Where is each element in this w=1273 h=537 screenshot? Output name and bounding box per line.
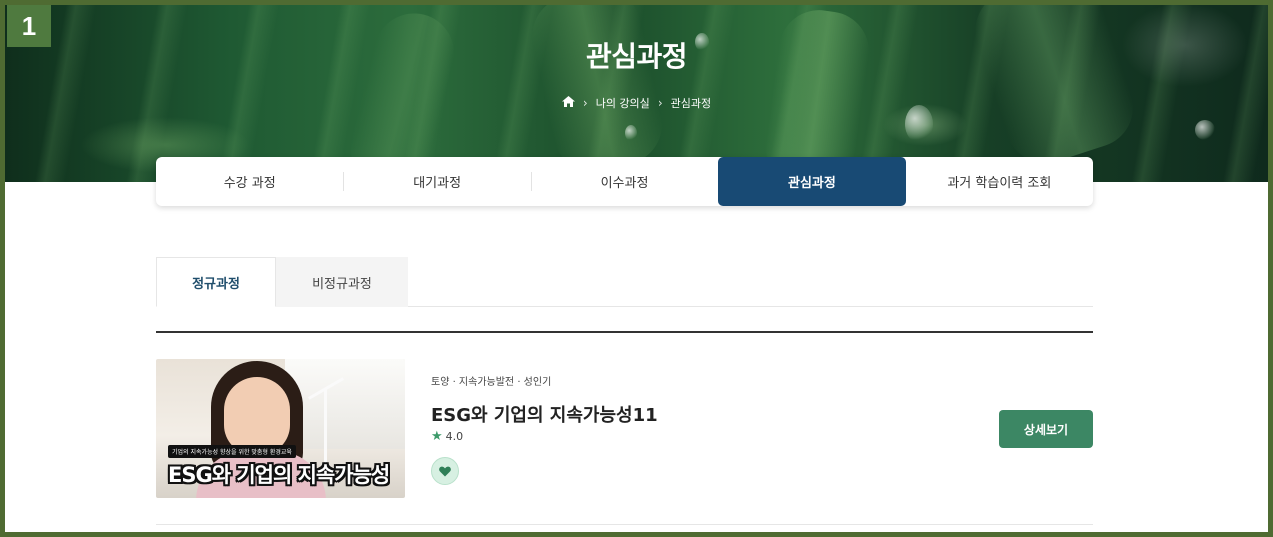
tab-waiting[interactable]: 대기과정 (343, 157, 530, 206)
grass-blade (342, 5, 463, 182)
favorite-button[interactable] (431, 457, 459, 485)
sub-tab-bar: 정규과정 비정규과정 (156, 257, 1093, 307)
course-title[interactable]: ESG와 기업의 지속가능성11 (431, 401, 658, 427)
chevron-right-icon: › (657, 96, 663, 110)
list-divider (156, 331, 1093, 333)
course-list-item: 기업의 지속가능성 향상을 위한 맞춤형 환경교육 ESG와 기업의 지속가능성… (156, 359, 1093, 525)
breadcrumb-item[interactable]: 관심과정 (671, 95, 711, 111)
chevron-right-icon: › (582, 96, 588, 110)
step-badge: 1 (7, 5, 51, 47)
thumbnail-person (224, 377, 290, 455)
wind-turbine-graphic (324, 389, 327, 469)
tab-interest[interactable]: 관심과정 (718, 157, 906, 206)
tab-enrolled[interactable]: 수강 과정 (156, 157, 343, 206)
grass-blade (525, 5, 670, 179)
breadcrumb-item[interactable]: 나의 강의실 (596, 95, 650, 111)
detail-button[interactable]: 상세보기 (999, 410, 1093, 448)
thumbnail-caption-small: 기업의 지속가능성 향상을 위한 맞춤형 환경교육 (168, 445, 296, 458)
main-tab-bar: 수강 과정 대기과정 이수과정 관심과정 과거 학습이력 조회 (156, 157, 1093, 206)
thumbnail-background (285, 359, 405, 449)
tab-history[interactable]: 과거 학습이력 조회 (906, 157, 1093, 206)
tab-irregular-course[interactable]: 비정규과정 (276, 257, 408, 307)
course-rating: ★ 4.0 (431, 429, 463, 444)
water-drop (625, 125, 637, 141)
course-thumbnail[interactable]: 기업의 지속가능성 향상을 위한 맞춤형 환경교육 ESG와 기업의 지속가능성 (156, 359, 405, 498)
heart-icon (439, 466, 451, 476)
grass-blade (760, 5, 875, 182)
home-icon[interactable] (561, 96, 575, 110)
star-icon: ★ (431, 429, 443, 444)
hero-banner: 관심과정 › 나의 강의실 › 관심과정 (5, 5, 1268, 182)
tab-completed[interactable]: 이수과정 (530, 157, 718, 206)
grass-blade (965, 5, 1144, 174)
thumbnail-caption-big: ESG와 기업의 지속가능성 (168, 463, 390, 487)
tab-regular-course[interactable]: 정규과정 (156, 257, 276, 307)
breadcrumb: › 나의 강의실 › 관심과정 (5, 95, 1268, 111)
course-category: 토양 · 지속가능발전 · 성인기 (431, 377, 552, 388)
rating-value: 4.0 (445, 430, 464, 443)
page-title: 관심과정 (585, 40, 688, 73)
water-drop (1195, 120, 1215, 140)
